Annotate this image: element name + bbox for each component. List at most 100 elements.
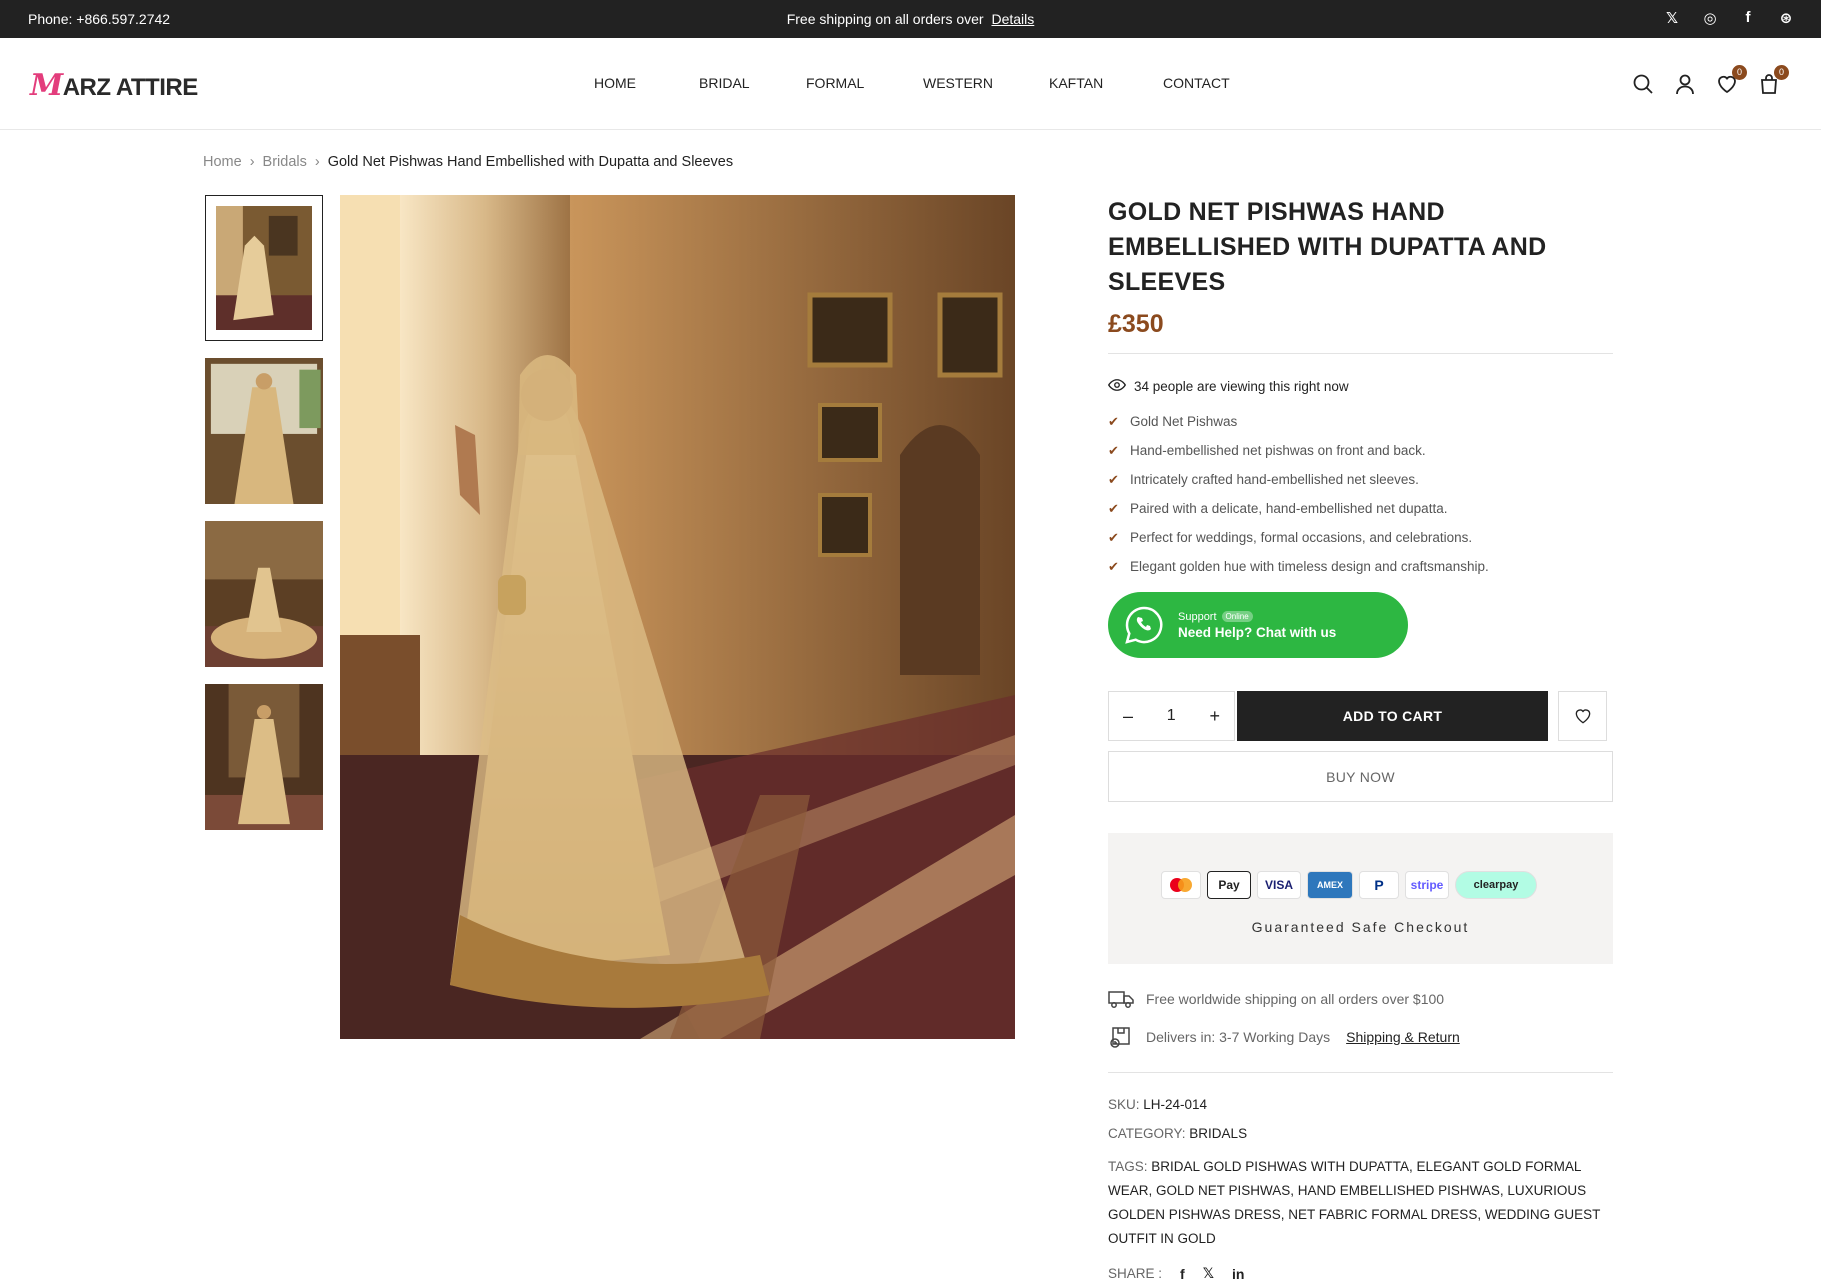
thumbnail-gallery bbox=[205, 195, 323, 847]
thumbnail-3[interactable] bbox=[205, 521, 323, 667]
check-icon: ✔ bbox=[1108, 413, 1119, 429]
breadcrumb-home[interactable]: Home bbox=[203, 154, 242, 170]
breadcrumb-separator: › bbox=[314, 154, 320, 170]
dribbble-icon[interactable]: ⊛ bbox=[1777, 9, 1795, 27]
wishlist-icon[interactable]: 0 bbox=[1715, 65, 1747, 96]
feature-list: ✔ Gold Net Pishwas ✔ Hand-embellished net … bbox=[1108, 407, 1613, 581]
thumbnail-2[interactable] bbox=[205, 358, 323, 504]
whatsapp-icon bbox=[1125, 606, 1163, 644]
category-link[interactable]: BRIDALS bbox=[1189, 1126, 1247, 1141]
support-label-row: Support Online bbox=[1178, 611, 1336, 623]
online-badge: Online bbox=[1221, 611, 1253, 622]
category-label: CATEGORY: bbox=[1108, 1126, 1186, 1141]
wishlist-count-badge: 0 bbox=[1732, 65, 1747, 80]
cart-row: – 1 + ADD TO CART bbox=[1108, 691, 1613, 741]
product-meta: SKU: LH-24-014 CATEGORY: BRIDALS TAGS: B… bbox=[1108, 1097, 1613, 1282]
product-info: GOLD NET PISHWAS HAND EMBELLISHED WITH D… bbox=[1107, 195, 1613, 1282]
search-icon[interactable] bbox=[1631, 72, 1655, 96]
increase-quantity-button[interactable]: + bbox=[1209, 706, 1220, 727]
check-icon: ✔ bbox=[1108, 500, 1119, 516]
list-item: ✔ Hand-embellished net pishwas on front a… bbox=[1108, 436, 1613, 465]
sku-value: LH-24-014 bbox=[1143, 1097, 1208, 1112]
feature-text: Intricately crafted hand-embellished net… bbox=[1130, 472, 1419, 487]
share-row: SHARE : f 𝕏 in bbox=[1108, 1265, 1613, 1282]
x-icon[interactable]: 𝕏 bbox=[1203, 1265, 1214, 1282]
check-icon: ✔ bbox=[1108, 558, 1119, 574]
nav-bridal[interactable]: BRIDAL bbox=[699, 75, 806, 91]
shipping-info: Free worldwide shipping on all orders ov… bbox=[1108, 985, 1613, 1013]
tags-label: TAGS: bbox=[1108, 1159, 1148, 1174]
facebook-icon[interactable]: f bbox=[1180, 1266, 1185, 1282]
breadcrumb-current: Gold Net Pishwas Hand Embellished with D… bbox=[327, 154, 734, 170]
feature-text: Elegant golden hue with timeless design … bbox=[1130, 559, 1489, 574]
thumbnail-1[interactable] bbox=[205, 195, 323, 341]
x-icon[interactable]: 𝕏 bbox=[1663, 9, 1681, 27]
divider bbox=[1108, 1072, 1613, 1073]
logo-text: ARZ ATTIRE bbox=[62, 74, 198, 101]
live-viewers: 34 people are viewing this right now bbox=[1107, 378, 1613, 395]
tags-row: TAGS: BRIDAL GOLD PISHWAS WITH DUPATTA, … bbox=[1108, 1155, 1613, 1251]
delivery-text: Delivers in: 3-7 Working Days bbox=[1146, 1029, 1331, 1045]
nav-contact[interactable]: CONTACT bbox=[1163, 75, 1243, 91]
main-nav: HOME BRIDAL FORMAL WESTERN KAFTAN CONTAC… bbox=[594, 75, 1243, 91]
list-item: ✔ Paired with a delicate, hand-embellishe… bbox=[1108, 494, 1613, 523]
apple-pay-icon: Pay bbox=[1207, 871, 1251, 899]
social-links: 𝕏 ◎ f ⊛ bbox=[1663, 9, 1795, 27]
eye-icon bbox=[1107, 378, 1127, 395]
linkedin-icon[interactable]: in bbox=[1232, 1266, 1244, 1282]
cart-icon[interactable]: 0 bbox=[1757, 65, 1789, 96]
cart-count-badge: 0 bbox=[1774, 65, 1789, 80]
quantity-stepper: – 1 + bbox=[1108, 691, 1235, 741]
account-icon[interactable] bbox=[1673, 72, 1697, 96]
visa-icon: VISA bbox=[1257, 871, 1301, 899]
category-row: CATEGORY: BRIDALS bbox=[1108, 1126, 1613, 1141]
decrease-quantity-button[interactable]: – bbox=[1123, 706, 1133, 727]
add-to-wishlist-button[interactable] bbox=[1558, 691, 1607, 741]
quantity-value[interactable]: 1 bbox=[1167, 707, 1176, 725]
truck-icon bbox=[1108, 991, 1134, 1008]
main-product-image[interactable] bbox=[340, 195, 1015, 1039]
payment-icons: Pay VISA AMEX P stripe clearpay bbox=[1161, 871, 1537, 899]
list-item: ✔ Perfect for weddings, formal occasions,… bbox=[1108, 523, 1613, 552]
shipping-text: Free worldwide shipping on all orders ov… bbox=[1146, 991, 1445, 1007]
nav-home[interactable]: HOME bbox=[594, 75, 699, 91]
heart-icon bbox=[1575, 709, 1590, 724]
buy-now-button[interactable]: BUY NOW bbox=[1108, 751, 1613, 802]
safe-checkout-box: Pay VISA AMEX P stripe clearpay Guarante… bbox=[1108, 833, 1613, 964]
header-actions: 0 0 bbox=[1631, 65, 1789, 96]
breadcrumb-bridals[interactable]: Bridals bbox=[263, 154, 307, 170]
thumbnail-4[interactable] bbox=[205, 684, 323, 830]
facebook-icon[interactable]: f bbox=[1739, 9, 1757, 27]
site-logo[interactable]: MARZ ATTIRE bbox=[30, 68, 198, 103]
nav-western[interactable]: WESTERN bbox=[923, 75, 1049, 91]
site-header: MARZ ATTIRE HOME BRIDAL FORMAL WESTERN K… bbox=[0, 38, 1821, 130]
stripe-icon: stripe bbox=[1405, 871, 1449, 899]
feature-text: Perfect for weddings, formal occasions, … bbox=[1130, 530, 1473, 545]
instagram-icon[interactable]: ◎ bbox=[1701, 9, 1719, 27]
support-cta: Need Help? Chat with us bbox=[1178, 624, 1337, 640]
paypal-icon: P bbox=[1359, 871, 1399, 899]
list-item: ✔ Elegant golden hue with timeless design… bbox=[1108, 552, 1613, 581]
check-icon: ✔ bbox=[1108, 529, 1119, 545]
promo-text: Free shipping on all orders over bbox=[786, 11, 984, 27]
nav-kaftan[interactable]: KAFTAN bbox=[1049, 75, 1163, 91]
check-icon: ✔ bbox=[1108, 471, 1119, 487]
check-icon: ✔ bbox=[1108, 442, 1119, 458]
nav-formal[interactable]: FORMAL bbox=[806, 75, 923, 91]
list-item: ✔ Intricately crafted hand-embellished ne… bbox=[1108, 465, 1613, 494]
amex-icon: AMEX bbox=[1307, 871, 1353, 899]
whatsapp-text: Support Online Need Help? Chat with us bbox=[1178, 611, 1336, 640]
product-title: GOLD NET PISHWAS HAND EMBELLISHED WITH D… bbox=[1108, 198, 1547, 296]
top-bar: Phone: +866.597.2742 Free shipping on al… bbox=[0, 0, 1821, 38]
share-label: SHARE : bbox=[1108, 1266, 1163, 1281]
product-price: £350 bbox=[1108, 310, 1164, 338]
promo-details-link[interactable]: Details bbox=[991, 11, 1034, 27]
shipping-return-link[interactable]: Shipping & Return bbox=[1346, 1029, 1460, 1045]
breadcrumb-separator: › bbox=[249, 154, 255, 170]
viewing-text: 34 people are viewing this right now bbox=[1134, 379, 1349, 394]
feature-text: Hand-embellished net pishwas on front an… bbox=[1130, 443, 1426, 458]
whatsapp-support-button[interactable]: Support Online Need Help? Chat with us bbox=[1108, 592, 1408, 658]
sku-label: SKU: bbox=[1108, 1097, 1140, 1112]
add-to-cart-button[interactable]: ADD TO CART bbox=[1237, 691, 1548, 741]
tags-list[interactable]: BRIDAL GOLD PISHWAS WITH DUPATTA, ELEGAN… bbox=[1108, 1159, 1600, 1246]
